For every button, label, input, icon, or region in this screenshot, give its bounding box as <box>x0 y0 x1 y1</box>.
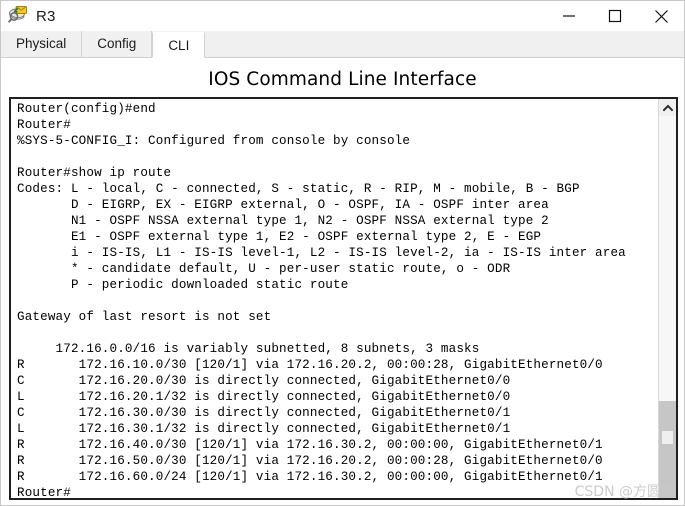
terminal-line: i - IS-IS, L1 - IS-IS level-1, L2 - IS-I… <box>17 246 626 260</box>
terminal-line: Router(config)#end <box>17 102 156 116</box>
tab-cli[interactable]: CLI <box>152 32 206 58</box>
cli-terminal[interactable]: Router(config)#end Router# %SYS-5-CONFIG_I… <box>9 97 678 500</box>
cli-window: R3 Physical Config CLI IOS Command Line … <box>0 0 685 506</box>
terminal-line: Router# <box>17 486 71 498</box>
terminal-line: N1 - OSPF NSSA external type 1, N2 - OSP… <box>17 214 549 228</box>
terminal-line: Codes: L - local, C - connected, S - sta… <box>17 182 580 196</box>
terminal-line: P - periodic downloaded static route <box>17 278 349 292</box>
terminal-line: E1 - OSPF external type 1, E2 - OSPF ext… <box>17 230 542 244</box>
window-title: R3 <box>36 7 56 25</box>
terminal-line: C 172.16.30.0/30 is directly connected, … <box>17 406 511 420</box>
terminal-line: L 172.16.20.1/32 is directly connected, … <box>17 390 511 404</box>
close-button[interactable] <box>638 1 684 31</box>
terminal-scrollbar[interactable] <box>658 99 676 498</box>
chevron-up-icon[interactable] <box>659 99 676 116</box>
tab-config[interactable]: Config <box>82 31 153 57</box>
scrollbar-track[interactable] <box>659 116 676 498</box>
maximize-button[interactable] <box>592 1 638 31</box>
terminal-line: D - EIGRP, EX - EIGRP external, O - OSPF… <box>17 198 549 212</box>
tab-physical[interactable]: Physical <box>1 31 83 57</box>
terminal-line: C 172.16.20.0/30 is directly connected, … <box>17 374 511 388</box>
scrollbar-grip <box>662 431 673 444</box>
window-controls <box>546 1 684 31</box>
terminal-line: * - candidate default, U - per-user stat… <box>17 262 511 276</box>
terminal-output[interactable]: Router(config)#end Router# %SYS-5-CONFIG_I… <box>11 99 658 498</box>
title-bar: R3 <box>1 1 684 31</box>
terminal-line: Gateway of last resort is not set <box>17 310 272 324</box>
scrollbar-thumb[interactable] <box>659 401 676 498</box>
tab-strip: Physical Config CLI <box>1 31 684 58</box>
page-title: IOS Command Line Interface <box>208 69 477 90</box>
router-device-icon <box>8 5 30 27</box>
terminal-line: R 172.16.50.0/30 [120/1] via 172.16.20.2… <box>17 454 603 468</box>
terminal-line: R 172.16.10.0/30 [120/1] via 172.16.20.2… <box>17 358 603 372</box>
terminal-line: Router#show ip route <box>17 166 172 180</box>
terminal-line: R 172.16.60.0/24 [120/1] via 172.16.30.2… <box>17 470 603 484</box>
terminal-line: R 172.16.40.0/30 [120/1] via 172.16.30.2… <box>17 438 603 452</box>
terminal-line: 172.16.0.0/16 is variably subnetted, 8 s… <box>17 342 480 356</box>
terminal-line: L 172.16.30.1/32 is directly connected, … <box>17 422 511 436</box>
minimize-button[interactable] <box>546 1 592 31</box>
terminal-line: Router# <box>17 118 71 132</box>
terminal-line: %SYS-5-CONFIG_I: Configured from console… <box>17 134 411 148</box>
